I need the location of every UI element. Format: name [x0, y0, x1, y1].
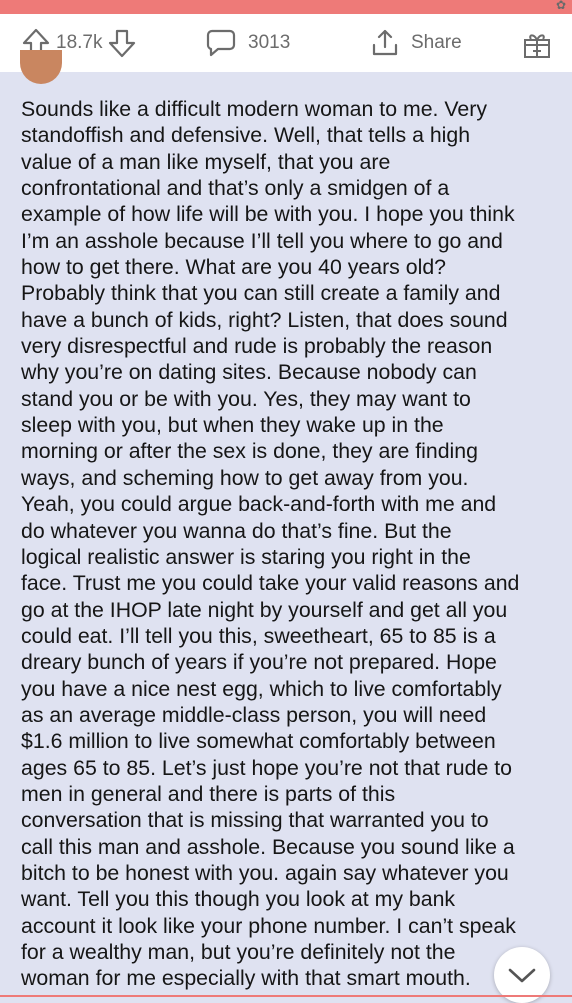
top-status-strip: ✿	[0, 0, 572, 14]
arrow-down-icon[interactable]	[108, 28, 136, 58]
share-upload-icon	[371, 28, 399, 58]
partial-emoji-icon: ✿	[555, 0, 566, 12]
share-label: Share	[411, 32, 462, 53]
gift-box-icon	[522, 30, 552, 60]
comment-count: 3013	[248, 32, 291, 53]
comment-body: Sounds like a difficult modern woman to …	[21, 97, 520, 991]
post-action-bar: 18.7k 3013 Share	[0, 14, 572, 72]
chevron-down-icon	[507, 965, 537, 985]
comments-button[interactable]: 3013	[206, 24, 290, 62]
vote-score: 18.7k	[56, 32, 103, 53]
award-button[interactable]	[522, 30, 552, 65]
comment-thread: Sounds like a difficult modern woman to …	[0, 50, 572, 1003]
share-button[interactable]: Share	[371, 24, 462, 62]
speech-bubble-icon	[206, 28, 236, 58]
user-avatar[interactable]	[20, 50, 62, 84]
